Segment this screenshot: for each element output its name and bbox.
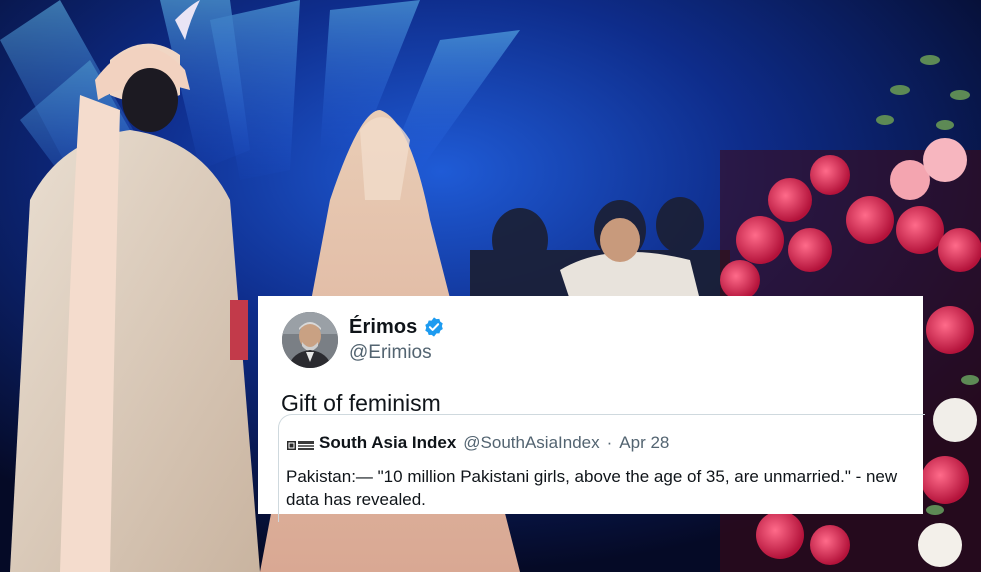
tweet-card[interactable]: Érimos @Erimios Gift of feminism South A… (258, 296, 925, 522)
quoted-tweet-header: South Asia Index @SouthAsiaIndex · Apr 2… (287, 433, 669, 453)
meta-separator: · (606, 433, 613, 452)
quoted-display-name[interactable]: South Asia Index (319, 433, 456, 453)
quoted-tweet[interactable]: South Asia Index @SouthAsiaIndex · Apr 2… (278, 414, 925, 522)
display-name-row: Érimos (349, 314, 445, 340)
south-asia-index-logo-icon (287, 438, 314, 450)
profile-photo-icon (282, 312, 338, 368)
quoted-tweet-text: Pakistan:— "10 million Pakistani girls, … (286, 467, 898, 509)
verified-badge-icon (423, 316, 445, 338)
tweet-text: Gift of feminism (281, 390, 441, 416)
quoted-handle[interactable]: @SouthAsiaIndex (463, 433, 599, 453)
user-handle[interactable]: @Erimios (349, 342, 432, 364)
display-name[interactable]: Érimos (349, 316, 417, 339)
avatar[interactable] (282, 312, 338, 368)
quoted-date[interactable]: Apr 28 (619, 433, 669, 453)
